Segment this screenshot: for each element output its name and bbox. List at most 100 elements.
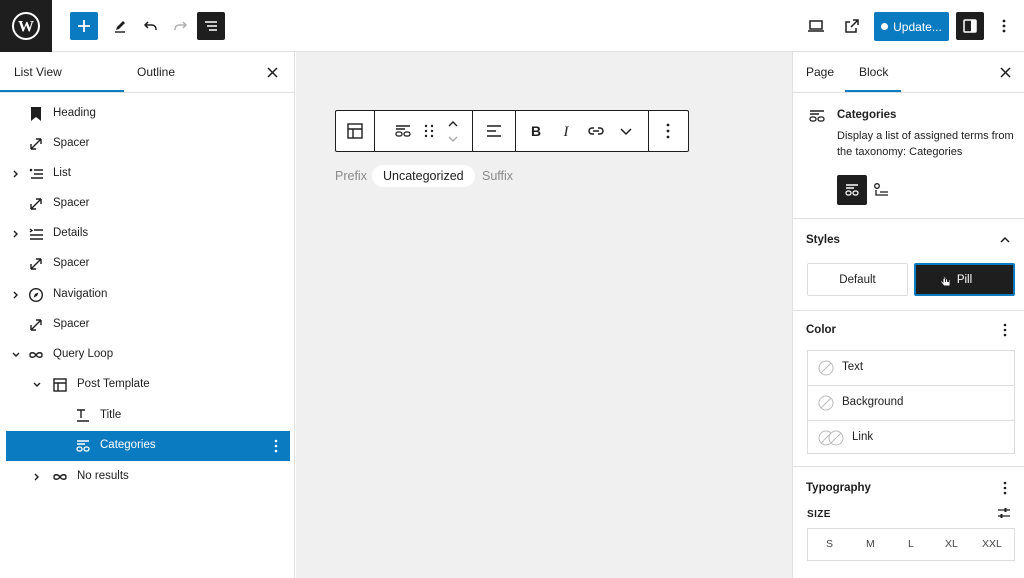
drag-handle-icon[interactable]: [420, 122, 438, 140]
list-item-label: Spacer: [53, 318, 90, 330]
size-option-l[interactable]: L: [908, 538, 914, 550]
tab-outline[interactable]: Outline: [137, 52, 175, 93]
list-item-categories[interactable]: Categories: [6, 431, 290, 461]
list-item-label: Spacer: [53, 257, 90, 269]
list-item-spacer[interactable]: Spacer: [6, 310, 290, 340]
empty-swatch-icon: [818, 395, 834, 411]
chevron-up-icon[interactable]: [999, 234, 1011, 246]
size-option-xl[interactable]: XL: [945, 538, 958, 550]
list-item-navigation[interactable]: Navigation: [6, 280, 290, 310]
redo-icon: [174, 21, 188, 30]
category-term-pill[interactable]: Uncategorized: [372, 165, 475, 187]
terms-prefix[interactable]: Prefix: [335, 165, 367, 187]
list-item-details[interactable]: Details: [6, 219, 290, 249]
list-item-label: Heading: [53, 107, 96, 119]
preview-button[interactable]: [802, 12, 830, 40]
toolbar-divider: [374, 111, 375, 151]
hand-cursor-icon: [939, 274, 951, 287]
color-text-item[interactable]: Text: [808, 351, 1014, 385]
style-default-button[interactable]: Default: [807, 263, 908, 296]
list-item-post-template[interactable]: Post Template: [6, 370, 290, 400]
size-option-xxl[interactable]: XXL: [982, 538, 1002, 550]
size-option-s[interactable]: S: [826, 538, 833, 550]
more-vertical-icon[interactable]: [1002, 323, 1008, 337]
list-item-spacer[interactable]: Spacer: [6, 129, 290, 159]
redo-button[interactable]: [166, 12, 194, 40]
font-size-picker: S M L XL XXL: [807, 528, 1015, 561]
terms-suffix[interactable]: Suffix: [482, 165, 513, 187]
update-button[interactable]: Update...: [874, 12, 949, 41]
variation-list-icon[interactable]: [873, 182, 889, 198]
color-link-item[interactable]: Link: [808, 421, 1014, 455]
right-panel-tabs: Page Block: [793, 52, 1024, 93]
chevron-down-icon[interactable]: [32, 380, 42, 390]
section-divider: [793, 310, 1024, 311]
more-vertical-icon[interactable]: [1002, 481, 1008, 495]
chevron-right-icon[interactable]: [11, 169, 21, 179]
more-vertical-icon[interactable]: [273, 439, 279, 453]
list-item-heading[interactable]: Heading: [6, 99, 290, 129]
chevron-right-icon[interactable]: [11, 229, 21, 239]
section-divider: [793, 466, 1024, 467]
parent-block-icon[interactable]: [346, 122, 364, 140]
desktop-icon: [808, 20, 824, 32]
settings-button[interactable]: [956, 12, 984, 40]
close-icon[interactable]: [998, 65, 1013, 80]
color-item-label: Text: [842, 361, 864, 373]
tab-page[interactable]: Page: [806, 52, 834, 93]
color-item-label: Background: [842, 396, 904, 408]
color-background-item[interactable]: Background: [808, 386, 1014, 420]
wordpress-logo-icon[interactable]: W: [0, 0, 52, 52]
italic-icon[interactable]: I: [557, 122, 575, 140]
view-post-button[interactable]: [838, 12, 866, 40]
add-block-button[interactable]: [70, 12, 98, 40]
chevron-down-icon[interactable]: [617, 122, 635, 140]
sidebar-icon: [963, 19, 977, 33]
block-toolbar: B I: [335, 110, 689, 152]
more-vertical-icon: [1002, 19, 1006, 33]
list-item-list[interactable]: List: [6, 159, 290, 189]
categories-icon: [76, 440, 90, 452]
style-pill-button[interactable]: Pill: [914, 263, 1015, 296]
settings-sliders-icon[interactable]: [997, 507, 1011, 519]
more-vertical-icon[interactable]: [665, 122, 671, 140]
empty-swatch-icon: [818, 360, 834, 376]
document-overview-button[interactable]: [197, 12, 225, 40]
color-heading: Color: [806, 324, 837, 336]
loop-icon: [53, 474, 67, 480]
settings-sidebar: Page Block Categories Display a list of …: [792, 52, 1024, 578]
section-divider: [793, 218, 1024, 219]
categories-icon[interactable]: [394, 122, 412, 140]
list-item-label: Spacer: [53, 197, 90, 209]
styles-heading[interactable]: Styles: [806, 234, 840, 246]
tab-list-view[interactable]: List View: [14, 52, 62, 93]
list-item-spacer[interactable]: Spacer: [6, 249, 290, 279]
list-icon: [29, 168, 43, 179]
list-item-label: Spacer: [53, 137, 90, 149]
close-icon[interactable]: [265, 65, 280, 80]
list-item-label: Query Loop: [53, 348, 114, 360]
list-item-label: Navigation: [53, 288, 108, 300]
move-up-down-icon[interactable]: [446, 117, 460, 145]
link-icon[interactable]: [587, 122, 605, 140]
list-item-spacer[interactable]: Spacer: [6, 189, 290, 219]
list-item-label: Details: [53, 227, 89, 239]
tools-button[interactable]: [106, 12, 134, 40]
align-left-icon[interactable]: [485, 122, 503, 140]
size-option-m[interactable]: M: [866, 538, 875, 550]
list-item-title[interactable]: Title: [6, 401, 290, 431]
variation-terms-button[interactable]: [837, 175, 867, 205]
update-label: Update...: [893, 19, 942, 34]
chevron-down-icon[interactable]: [11, 350, 21, 360]
options-button[interactable]: [990, 12, 1018, 40]
chevron-right-icon[interactable]: [32, 472, 42, 482]
svg-text:B: B: [531, 123, 541, 139]
tab-block[interactable]: Block: [859, 52, 888, 93]
resize-arrows-icon: [30, 258, 42, 270]
categories-icon: [845, 184, 859, 196]
undo-button[interactable]: [137, 12, 165, 40]
chevron-right-icon[interactable]: [11, 290, 21, 300]
bold-icon[interactable]: B: [527, 122, 545, 140]
list-item-no-results[interactable]: No results: [6, 462, 290, 492]
list-item-query-loop[interactable]: Query Loop: [6, 340, 290, 370]
